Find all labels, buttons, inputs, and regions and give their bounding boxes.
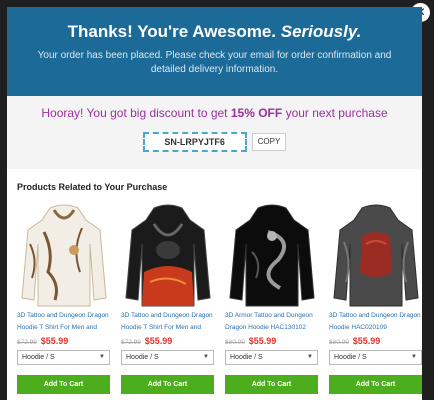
variant-value: Hoodie / S [334, 354, 367, 361]
old-price: $80.00 [329, 339, 349, 346]
hoodie-image-icon [332, 204, 419, 307]
variant-select[interactable]: Hoodie / S ▼ [121, 350, 214, 365]
product-name[interactable]: 3D Tattoo and Dungeon Dragon Hoodie T Sh… [17, 310, 110, 335]
product-image[interactable] [121, 201, 214, 309]
related-products: Products Related to Your Purchase 3D Tat… [7, 169, 422, 394]
variant-value: Hoodie / S [22, 354, 55, 361]
add-to-cart-button[interactable]: Add To Cart [225, 375, 318, 394]
order-confirmation-modal: Thanks! You're Awesome. Seriously. Your … [7, 7, 422, 400]
title-main: Thanks! You're Awesome. [67, 22, 277, 41]
discount-message: Hooray! You got big discount to get 15% … [7, 105, 422, 121]
discount-section: Hooray! You got big discount to get 15% … [7, 96, 422, 169]
variant-value: Hoodie / S [230, 354, 263, 361]
variant-select[interactable]: Hoodie / S ▼ [329, 350, 422, 365]
add-to-cart-button[interactable]: Add To Cart [121, 375, 214, 394]
product-image[interactable] [329, 201, 422, 309]
old-price: $80.00 [225, 339, 245, 346]
add-to-cart-button[interactable]: Add To Cart [329, 375, 422, 394]
hoodie-image-icon [20, 204, 107, 307]
price-row: $72.99 $55.99 [17, 335, 110, 347]
variant-select[interactable]: Hoodie / S ▼ [17, 350, 110, 365]
discount-highlight: 15% OFF [230, 106, 283, 120]
sale-price: $55.99 [352, 336, 381, 346]
price-row: $72.99 $55.99 [121, 335, 214, 347]
add-to-cart-button[interactable]: Add To Cart [17, 375, 110, 394]
old-price: $72.99 [17, 339, 37, 346]
product-name[interactable]: 3D Tattoo and Dungeon Dragon Hoodie T Sh… [121, 310, 214, 335]
coupon-code[interactable]: SN-LRPYJTF6 [142, 132, 247, 152]
hoodie-image-icon [124, 204, 211, 307]
product-card: 3D Tattoo and Dungeon Dragon Hoodie HAC0… [329, 201, 422, 394]
product-name[interactable]: 3D Armor Tattoo and Dungeon Dragon Hoodi… [225, 310, 318, 335]
product-image[interactable] [225, 201, 318, 309]
discount-text-after: your next purchase [285, 106, 388, 120]
chevron-down-icon: ▼ [99, 354, 105, 360]
variant-select[interactable]: Hoodie / S ▼ [225, 350, 318, 365]
product-grid: 3D Tattoo and Dungeon Dragon Hoodie T Sh… [17, 201, 422, 394]
chevron-down-icon: ▼ [203, 354, 209, 360]
sale-price: $55.99 [40, 336, 69, 346]
product-card: 3D Armor Tattoo and Dungeon Dragon Hoodi… [225, 201, 318, 394]
product-card: 3D Tattoo and Dungeon Dragon Hoodie T Sh… [121, 201, 214, 394]
products-title: Products Related to Your Purchase [17, 182, 168, 192]
hoodie-image-icon [228, 204, 315, 307]
chevron-down-icon: ▼ [411, 354, 417, 360]
product-card: 3D Tattoo and Dungeon Dragon Hoodie T Sh… [17, 201, 110, 394]
sale-price: $55.99 [248, 336, 277, 346]
coupon-row: SN-LRPYJTF6 COPY [7, 132, 422, 152]
thank-you-header: Thanks! You're Awesome. Seriously. Your … [7, 7, 422, 96]
variant-value: Hoodie / S [126, 354, 159, 361]
discount-text-before: Hooray! You got big discount to get [41, 106, 228, 120]
price-row: $80.00 $55.99 [225, 335, 318, 347]
sale-price: $55.99 [144, 336, 173, 346]
chevron-down-icon: ▼ [307, 354, 313, 360]
header-title: Thanks! You're Awesome. Seriously. [7, 22, 422, 42]
price-row: $80.00 $55.99 [329, 335, 422, 347]
copy-coupon-button[interactable]: COPY [251, 133, 287, 151]
title-emphasis: Seriously. [280, 22, 362, 41]
old-price: $72.99 [121, 339, 141, 346]
product-name[interactable]: 3D Tattoo and Dungeon Dragon Hoodie HAC0… [329, 310, 422, 335]
order-message: Your order has been placed. Please check… [37, 50, 392, 75]
product-image[interactable] [17, 201, 110, 309]
